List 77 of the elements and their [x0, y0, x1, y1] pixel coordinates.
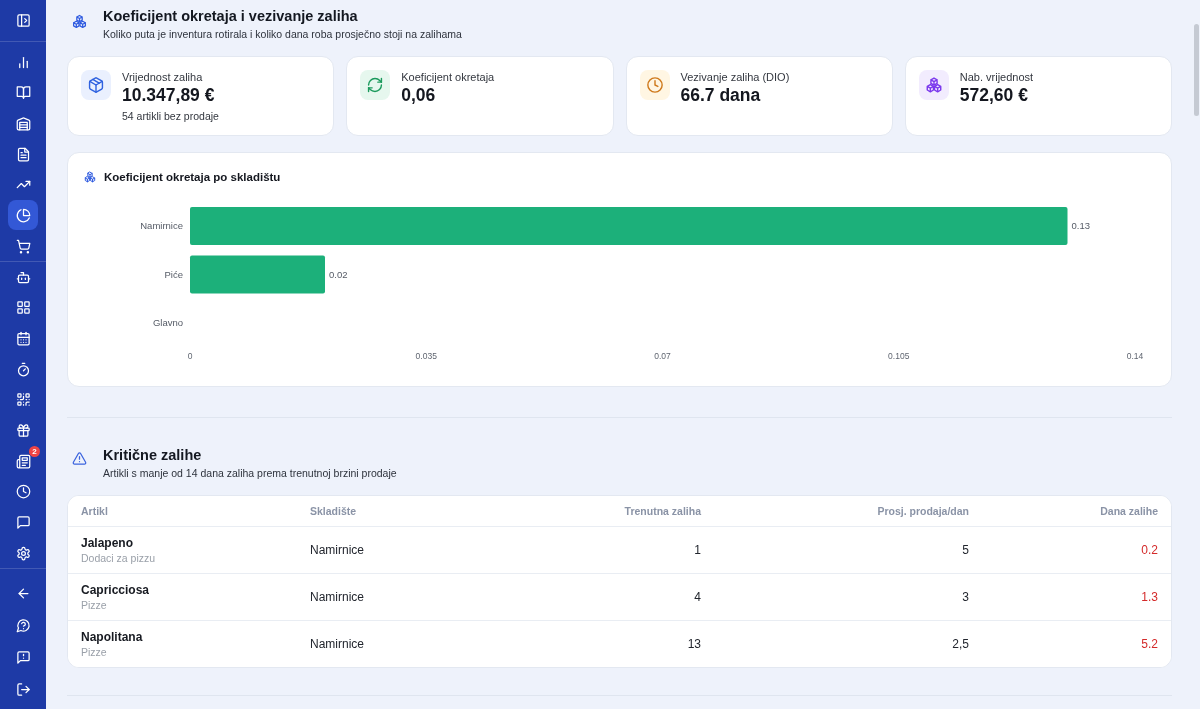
warehouse-name: Namirnice	[310, 637, 364, 651]
category-label: Piće	[164, 268, 183, 280]
newspaper-icon	[15, 453, 31, 469]
stat-value: 10.347,89 €	[122, 84, 216, 106]
pie-chart-icon	[15, 207, 31, 223]
robot-icon	[15, 269, 31, 285]
scrollbar-thumb[interactable]	[1194, 24, 1199, 116]
settings-icon	[15, 545, 31, 561]
clock-icon	[15, 484, 31, 500]
cart-icon	[15, 238, 31, 254]
cubes-icon	[918, 70, 949, 100]
daily-sales: 3	[962, 590, 969, 604]
category-label: Glavno	[152, 317, 183, 329]
section-subtitle: Koliko puta je inventura rotirala i koliko dana roba prosječno stoji na zalihama	[103, 27, 462, 41]
article-category: Pizze	[81, 598, 108, 612]
column-header: Prosj. prodaja/dan	[877, 505, 969, 517]
panel-icon	[15, 12, 31, 28]
article-name: Capricciosa	[81, 582, 151, 598]
tick-label: 0	[187, 351, 193, 361]
qr-code-icon	[15, 392, 31, 408]
gift-icon	[15, 423, 31, 439]
calendar-icon	[15, 331, 31, 346]
document-icon	[15, 146, 31, 162]
category-label: Namirnice	[140, 220, 183, 232]
stat-label: Koeficijent okretaja	[401, 70, 495, 84]
data-label: 0.13	[1071, 220, 1090, 232]
daily-sales: 2,5	[952, 637, 969, 651]
alert-chat-icon	[15, 649, 31, 665]
notification-badge: 2	[29, 446, 40, 458]
warehouse-name: Namirnice	[310, 543, 364, 557]
warehouse-name: Namirnice	[310, 590, 364, 604]
book-icon	[15, 85, 31, 101]
nav-item[interactable]	[8, 200, 38, 231]
article-name: Napolitana	[81, 629, 144, 645]
help-chat-icon	[15, 617, 31, 633]
nav-item[interactable]: 2	[8, 446, 38, 477]
logout-icon	[15, 681, 31, 697]
stopwatch-icon	[15, 361, 31, 377]
section-title: Kritične zalihe	[103, 446, 203, 464]
chat-icon	[15, 515, 31, 531]
stat-label: Vrijednost zaliha	[122, 70, 204, 84]
tick-label: 0.07	[654, 351, 671, 361]
article-category: Dodaci za pizzu	[81, 551, 157, 565]
stat-note: 54 artikli bez prodaje	[122, 109, 219, 123]
stat-value: 0,06	[401, 84, 437, 106]
cubes-icon	[72, 14, 87, 29]
column-header: Dana zalihe	[1100, 505, 1158, 517]
stat-value: 572,60 €	[959, 84, 1029, 106]
column-header: Artikl	[81, 505, 108, 517]
tick-label: 0.035	[415, 351, 437, 361]
tick-label: 0.14	[1126, 351, 1144, 361]
column-header: Skladište	[310, 505, 357, 517]
section-title: Koeficijent okretaja i vezivanje zaliha	[103, 7, 359, 25]
days-of-stock: 1.3	[1141, 590, 1158, 604]
section-subtitle: Artikli s manje od 14 dana zaliha prema trenutnoj brzini prodaje	[103, 466, 397, 480]
chart-title: Koeficijent okretaja po skladištu	[104, 170, 281, 185]
warehouse-icon	[15, 115, 31, 131]
stat-value: 66.7 dana	[680, 84, 762, 106]
article-category: Pizze	[81, 645, 108, 659]
grid-icon	[15, 300, 31, 316]
article-name: Jalapeno	[81, 535, 135, 551]
stock-quantity: 4	[694, 590, 701, 604]
days-of-stock: 0.2	[1141, 543, 1158, 557]
data-label: 0.02	[329, 268, 348, 280]
stock-quantity: 1	[694, 543, 701, 557]
stat-label: Nab. vrijednost	[959, 70, 1034, 84]
stat-label: Vezivanje zaliha (DIO)	[680, 70, 790, 84]
daily-sales: 5	[962, 543, 969, 557]
tick-label: 0.105	[888, 351, 910, 361]
stock-quantity: 13	[687, 637, 701, 651]
box-icon	[81, 70, 111, 100]
clock-icon	[639, 70, 670, 100]
cubes-icon	[84, 171, 96, 183]
days-of-stock: 5.2	[1141, 637, 1158, 651]
warning-icon	[72, 451, 87, 466]
refresh-icon	[360, 70, 391, 100]
column-header: Trenutna zaliha	[624, 505, 701, 517]
